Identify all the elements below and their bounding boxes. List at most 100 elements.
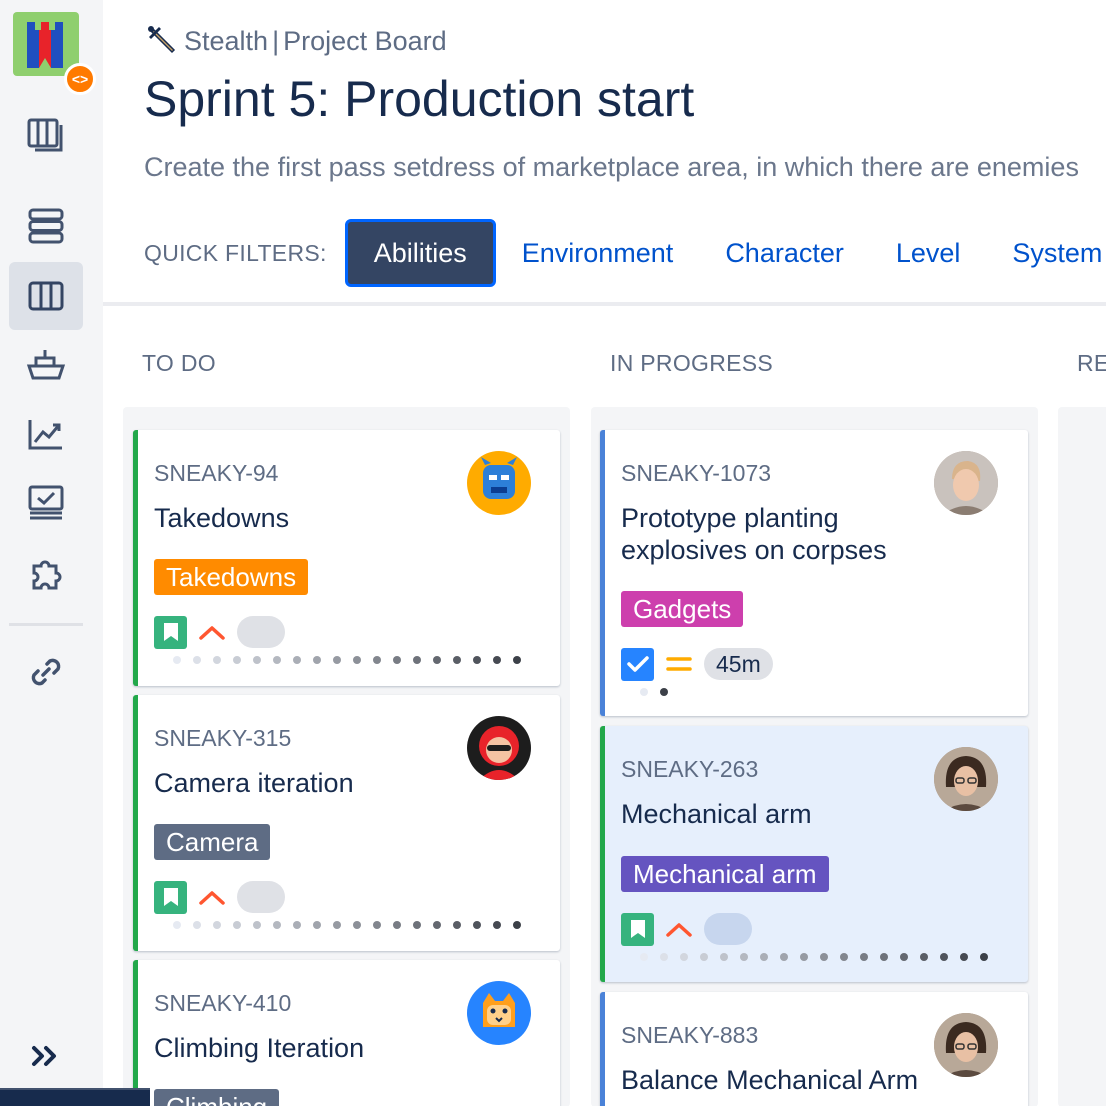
epic-label: Camera — [154, 824, 271, 860]
person-avatar-icon — [934, 451, 998, 515]
assignee-avatar[interactable] — [467, 981, 531, 1045]
column-review — [1058, 407, 1106, 1106]
issue-key[interactable]: SNEAKY-315 — [154, 725, 291, 752]
issue-summary: Balance Mechanical Arm — [621, 1065, 919, 1095]
taskbar-fragment — [0, 1088, 150, 1106]
issues-icon[interactable] — [9, 468, 83, 536]
progress-dot — [860, 953, 868, 961]
header-divider — [103, 302, 1106, 306]
issue-card-sneaky-315[interactable]: SNEAKY-315 Camera iteration Camera — [133, 695, 560, 951]
assignee-avatar[interactable] — [934, 451, 998, 515]
progress-dots — [173, 921, 521, 929]
issue-card-sneaky-1073[interactable]: SNEAKY-1073 Prototype planting explosive… — [600, 430, 1028, 716]
progress-dot — [193, 656, 201, 664]
breadcrumb-separator: | — [272, 25, 280, 56]
assignee-avatar[interactable] — [934, 1013, 998, 1077]
task-icon — [621, 647, 654, 681]
epic-label: Climbing — [154, 1089, 280, 1106]
priority-high-icon — [197, 882, 227, 912]
story-icon — [154, 615, 187, 649]
project-sidebar: <> — [0, 0, 103, 1106]
progress-dot — [680, 953, 688, 961]
castle-icon — [27, 22, 63, 68]
issue-key[interactable]: SNEAKY-94 — [154, 460, 278, 487]
issue-key[interactable]: SNEAKY-410 — [154, 990, 291, 1017]
progress-dot — [820, 953, 828, 961]
progress-dot — [293, 921, 301, 929]
progress-dot — [660, 688, 668, 696]
priority-high-icon — [664, 914, 694, 944]
estimate-badge — [237, 881, 285, 913]
progress-dot — [313, 921, 321, 929]
issue-summary: Prototype planting explosives on corpses — [621, 503, 887, 565]
progress-dot — [720, 953, 728, 961]
progress-dot — [513, 656, 521, 664]
filter-system[interactable]: System — [986, 219, 1106, 287]
breadcrumb-project[interactable]: Stealth — [184, 26, 268, 57]
column-title-in-progress: IN PROGRESS — [610, 350, 774, 376]
progress-dot — [740, 953, 748, 961]
reports-icon[interactable] — [9, 400, 83, 468]
card-meta — [154, 880, 285, 914]
expand-sidebar-icon[interactable] — [9, 1022, 83, 1090]
assignee-avatar[interactable] — [934, 747, 998, 811]
issue-key[interactable]: SNEAKY-1073 — [621, 460, 771, 487]
issue-card-sneaky-263[interactable]: SNEAKY-263 Mechanical arm Mechanical arm — [600, 726, 1028, 982]
progress-dot — [333, 656, 341, 664]
releases-icon[interactable] — [9, 330, 83, 398]
progress-dot — [640, 688, 648, 696]
board-icon[interactable] — [9, 262, 83, 330]
page-title: Sprint 5: Production start — [144, 71, 695, 127]
progress-dot — [433, 656, 441, 664]
filter-abilities[interactable]: Abilities — [344, 219, 496, 287]
progress-dot — [373, 656, 381, 664]
progress-dot — [840, 953, 848, 961]
filter-character[interactable]: Character — [699, 219, 870, 287]
column-title-review: RE — [1077, 350, 1106, 376]
person-avatar-icon — [934, 1013, 998, 1077]
progress-dot — [193, 921, 201, 929]
ladybug-avatar-icon — [479, 726, 519, 780]
roadmap-icon[interactable] — [9, 192, 83, 260]
issue-summary: Takedowns — [154, 503, 290, 533]
estimate-badge — [237, 616, 285, 648]
project-avatar[interactable]: <> — [13, 12, 96, 95]
issue-card-sneaky-883[interactable]: SNEAKY-883 Balance Mechanical Arm — [600, 992, 1028, 1106]
filter-level[interactable]: Level — [870, 219, 987, 287]
issue-summary: Climbing Iteration — [154, 1033, 365, 1063]
progress-dot — [780, 953, 788, 961]
progress-dot — [373, 921, 381, 929]
progress-dot — [353, 656, 361, 664]
backlog-icon[interactable] — [9, 100, 83, 168]
code-badge-icon: <> — [64, 63, 96, 95]
issue-key[interactable]: SNEAKY-263 — [621, 756, 758, 783]
addons-icon[interactable] — [9, 540, 83, 608]
progress-dot — [273, 921, 281, 929]
story-icon — [154, 880, 187, 914]
assignee-avatar[interactable] — [467, 451, 531, 515]
progress-dot — [433, 921, 441, 929]
cat-avatar-icon — [483, 993, 515, 1027]
estimate-badge — [704, 913, 752, 945]
epic-label: Gadgets — [621, 591, 744, 627]
issue-card-sneaky-410[interactable]: SNEAKY-410 Climbing Iteration Climbing — [133, 960, 560, 1106]
progress-dot — [453, 656, 461, 664]
epic-label: Takedowns — [154, 559, 309, 595]
sidebar-divider — [9, 623, 83, 626]
progress-dot — [880, 953, 888, 961]
progress-dot — [353, 921, 361, 929]
project-link-icon[interactable] — [9, 638, 83, 706]
filter-environment[interactable]: Environment — [496, 219, 700, 287]
progress-dot — [173, 921, 181, 929]
assignee-avatar[interactable] — [467, 716, 531, 780]
issue-card-sneaky-94[interactable]: SNEAKY-94 Takedowns Takedowns — [133, 430, 560, 686]
progress-dot — [413, 656, 421, 664]
breadcrumb-board[interactable]: Project Board — [283, 26, 447, 57]
progress-dot — [800, 953, 808, 961]
progress-dot — [700, 953, 708, 961]
issue-key[interactable]: SNEAKY-883 — [621, 1022, 758, 1049]
progress-dot — [293, 656, 301, 664]
progress-dots — [173, 656, 521, 664]
epic-label: Mechanical arm — [621, 856, 829, 892]
card-meta: 45m — [621, 647, 773, 681]
